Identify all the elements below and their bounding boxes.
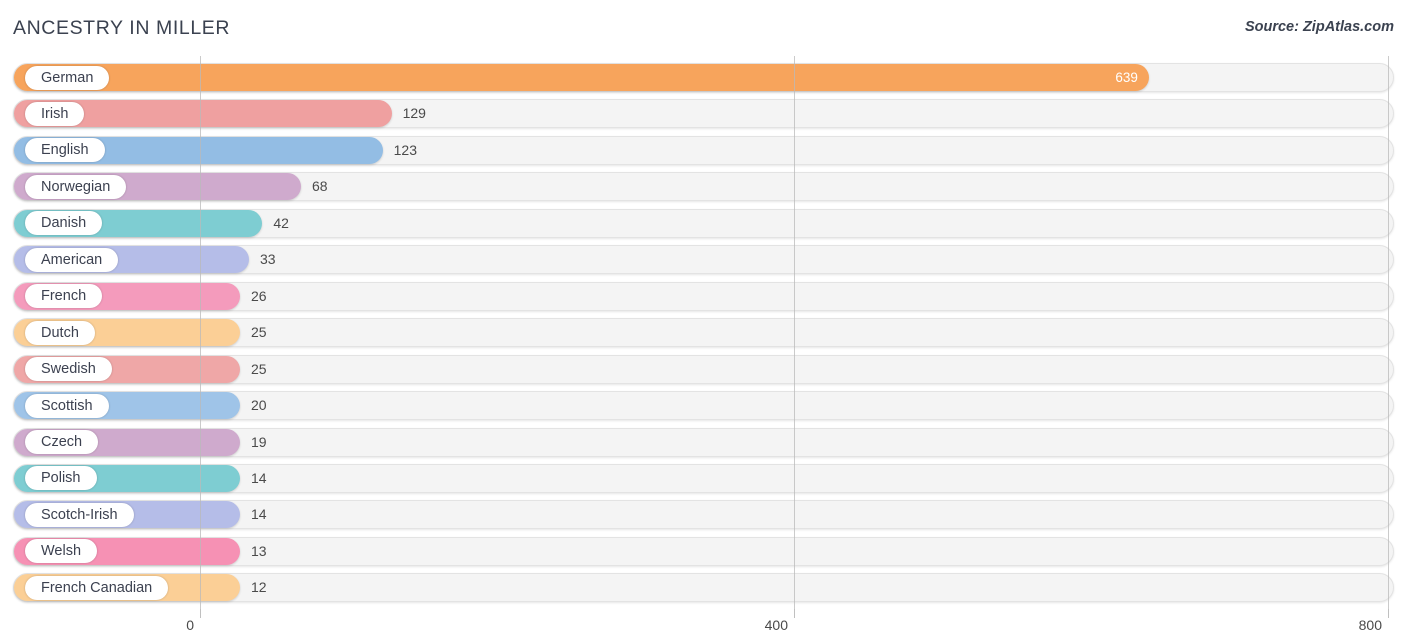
bar-row[interactable]: 42 Danish (13, 208, 1394, 238)
bar-value-label: 25 (251, 324, 267, 341)
page-title: ANCESTRY IN MILLER (13, 17, 231, 39)
bar-fill[interactable]: 639 (14, 64, 1149, 91)
bar-value-label: 123 (393, 141, 417, 158)
bar-row[interactable]: 129 Irish (13, 99, 1394, 129)
bar-value-label: 42 (273, 214, 289, 231)
bar-category-label: Polish (25, 466, 97, 491)
axis-tick-label: 0 (186, 617, 194, 633)
bar-value-label: 19 (251, 433, 267, 450)
bar-value-label: 25 (251, 360, 267, 377)
bar-category-label: French (25, 284, 103, 309)
bar-category-label: Swedish (25, 357, 112, 382)
bar-rows: 639 German 129 Irish 123 English 68 Norwegian 42… (0, 56, 1406, 609)
bar-category-label: Scottish (25, 393, 109, 418)
gridline (1388, 56, 1389, 609)
bar-value-label: 12 (251, 579, 267, 596)
bar-category-label: Scotch-Irish (25, 502, 134, 527)
bar-row[interactable]: 14 Scotch-Irish (13, 500, 1394, 530)
gridline (794, 56, 795, 609)
bar-row[interactable]: 639 German (13, 63, 1394, 92)
x-axis: 0 400 800 (0, 609, 1406, 644)
plot-area: 639 German 129 Irish 123 English 68 Norwegian 42… (0, 56, 1406, 609)
source-attribution: Source: ZipAtlas.com (1244, 19, 1394, 35)
axis-tick (200, 609, 201, 618)
bar-category-label: English (25, 138, 105, 163)
ancestry-bar-chart: ANCESTRY IN MILLER Source: ZipAtlas.com … (0, 0, 1406, 644)
bar-value-label: 26 (251, 287, 267, 304)
bar-row[interactable]: 25 Dutch (13, 318, 1394, 348)
bar-category-label: Czech (25, 430, 99, 454)
bar-row[interactable]: 12 French Canadian (13, 573, 1394, 603)
bar-value-label: 33 (260, 251, 276, 268)
bar-value-label: 129 (402, 105, 426, 122)
bar-value-label: 68 (311, 178, 328, 195)
bar-value-label: 20 (251, 397, 267, 414)
axis-tick (1388, 609, 1389, 618)
bar-category-label: Danish (25, 211, 103, 236)
axis-tick-label: 400 (764, 617, 788, 633)
bar-category-label: Norwegian (25, 174, 127, 199)
bar-row[interactable]: 20 Scottish (13, 391, 1394, 421)
bar-value-label: 13 (251, 542, 267, 559)
bar-value-label: 14 (251, 506, 267, 523)
bar-row[interactable]: 14 Polish (13, 463, 1394, 493)
bar-row[interactable]: 68 Norwegian (13, 172, 1394, 202)
bar-category-label: Irish (25, 101, 85, 126)
bar-row[interactable]: 13 Welsh (13, 536, 1394, 566)
bar-row[interactable]: 26 French (13, 281, 1394, 311)
gridline (200, 56, 201, 609)
bar-row[interactable]: 33 American (13, 245, 1394, 275)
axis-tick-label: 800 (1358, 617, 1382, 633)
bar-row[interactable]: 19 Czech (13, 427, 1394, 457)
bar-category-label: American (25, 247, 119, 272)
bar-category-label: French Canadian (25, 575, 169, 600)
bar-value-label: 14 (251, 469, 267, 486)
bar-value-label: 639 (1115, 70, 1138, 85)
bar-category-label: German (25, 65, 110, 90)
bar-category-label: Dutch (25, 320, 95, 345)
bar-row[interactable]: 123 English (13, 135, 1394, 165)
bar-row[interactable]: 25 Swedish (13, 354, 1394, 384)
axis-tick (794, 609, 795, 618)
bar-category-label: Welsh (25, 539, 98, 564)
